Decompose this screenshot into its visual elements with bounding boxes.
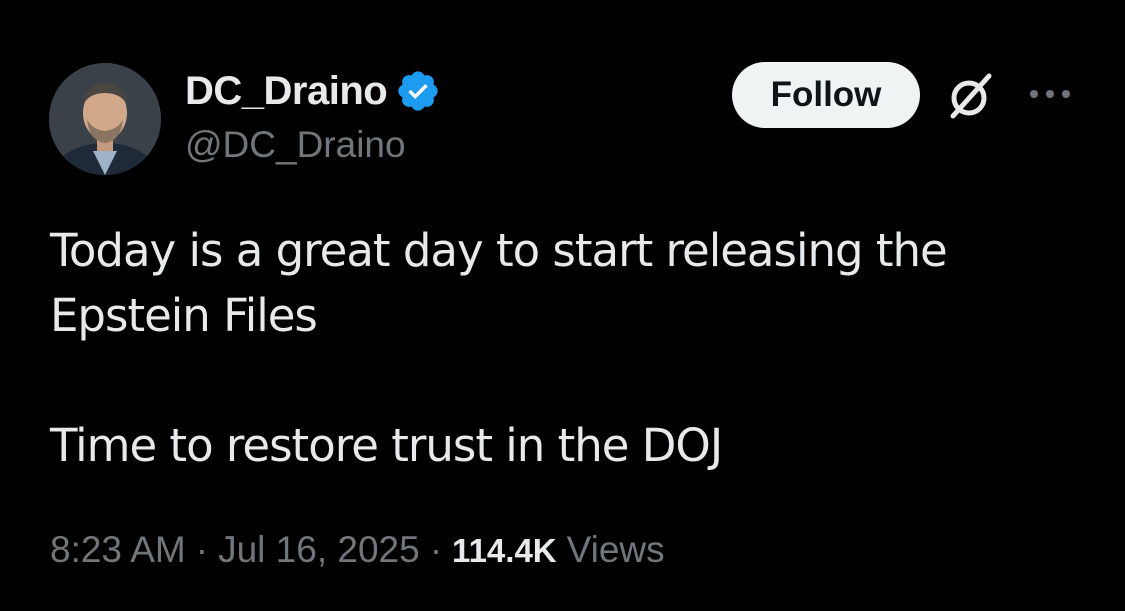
- views-label: Views: [566, 529, 665, 570]
- avatar[interactable]: [49, 63, 161, 175]
- meta-separator: ·: [429, 529, 443, 570]
- display-name-text[interactable]: DC_Draino: [185, 69, 388, 114]
- tweet-paragraph-2: Time to restore trust in the DOJ: [50, 419, 723, 472]
- grok-icon[interactable]: [945, 70, 997, 122]
- author-handle[interactable]: @DC_Draino: [185, 124, 406, 166]
- tweet-date[interactable]: Jul 16, 2025: [218, 529, 420, 571]
- display-name[interactable]: DC_Draino: [185, 68, 441, 114]
- tweet-paragraph-1: Today is a great day to start releasing …: [50, 224, 948, 342]
- tweet-time[interactable]: 8:23 AM: [50, 529, 186, 571]
- verified-badge-icon[interactable]: [395, 68, 441, 114]
- avatar-image: [49, 63, 161, 175]
- views-count: 114.4K: [452, 532, 557, 569]
- more-options-icon[interactable]: [1028, 84, 1072, 104]
- tweet-meta: 8:23 AM · Jul 16, 2025 · 114.4K Views: [50, 529, 665, 571]
- tweet-text: Today is a great day to start releasing …: [50, 218, 1090, 478]
- meta-separator: ·: [195, 529, 209, 570]
- follow-button[interactable]: Follow: [732, 62, 920, 128]
